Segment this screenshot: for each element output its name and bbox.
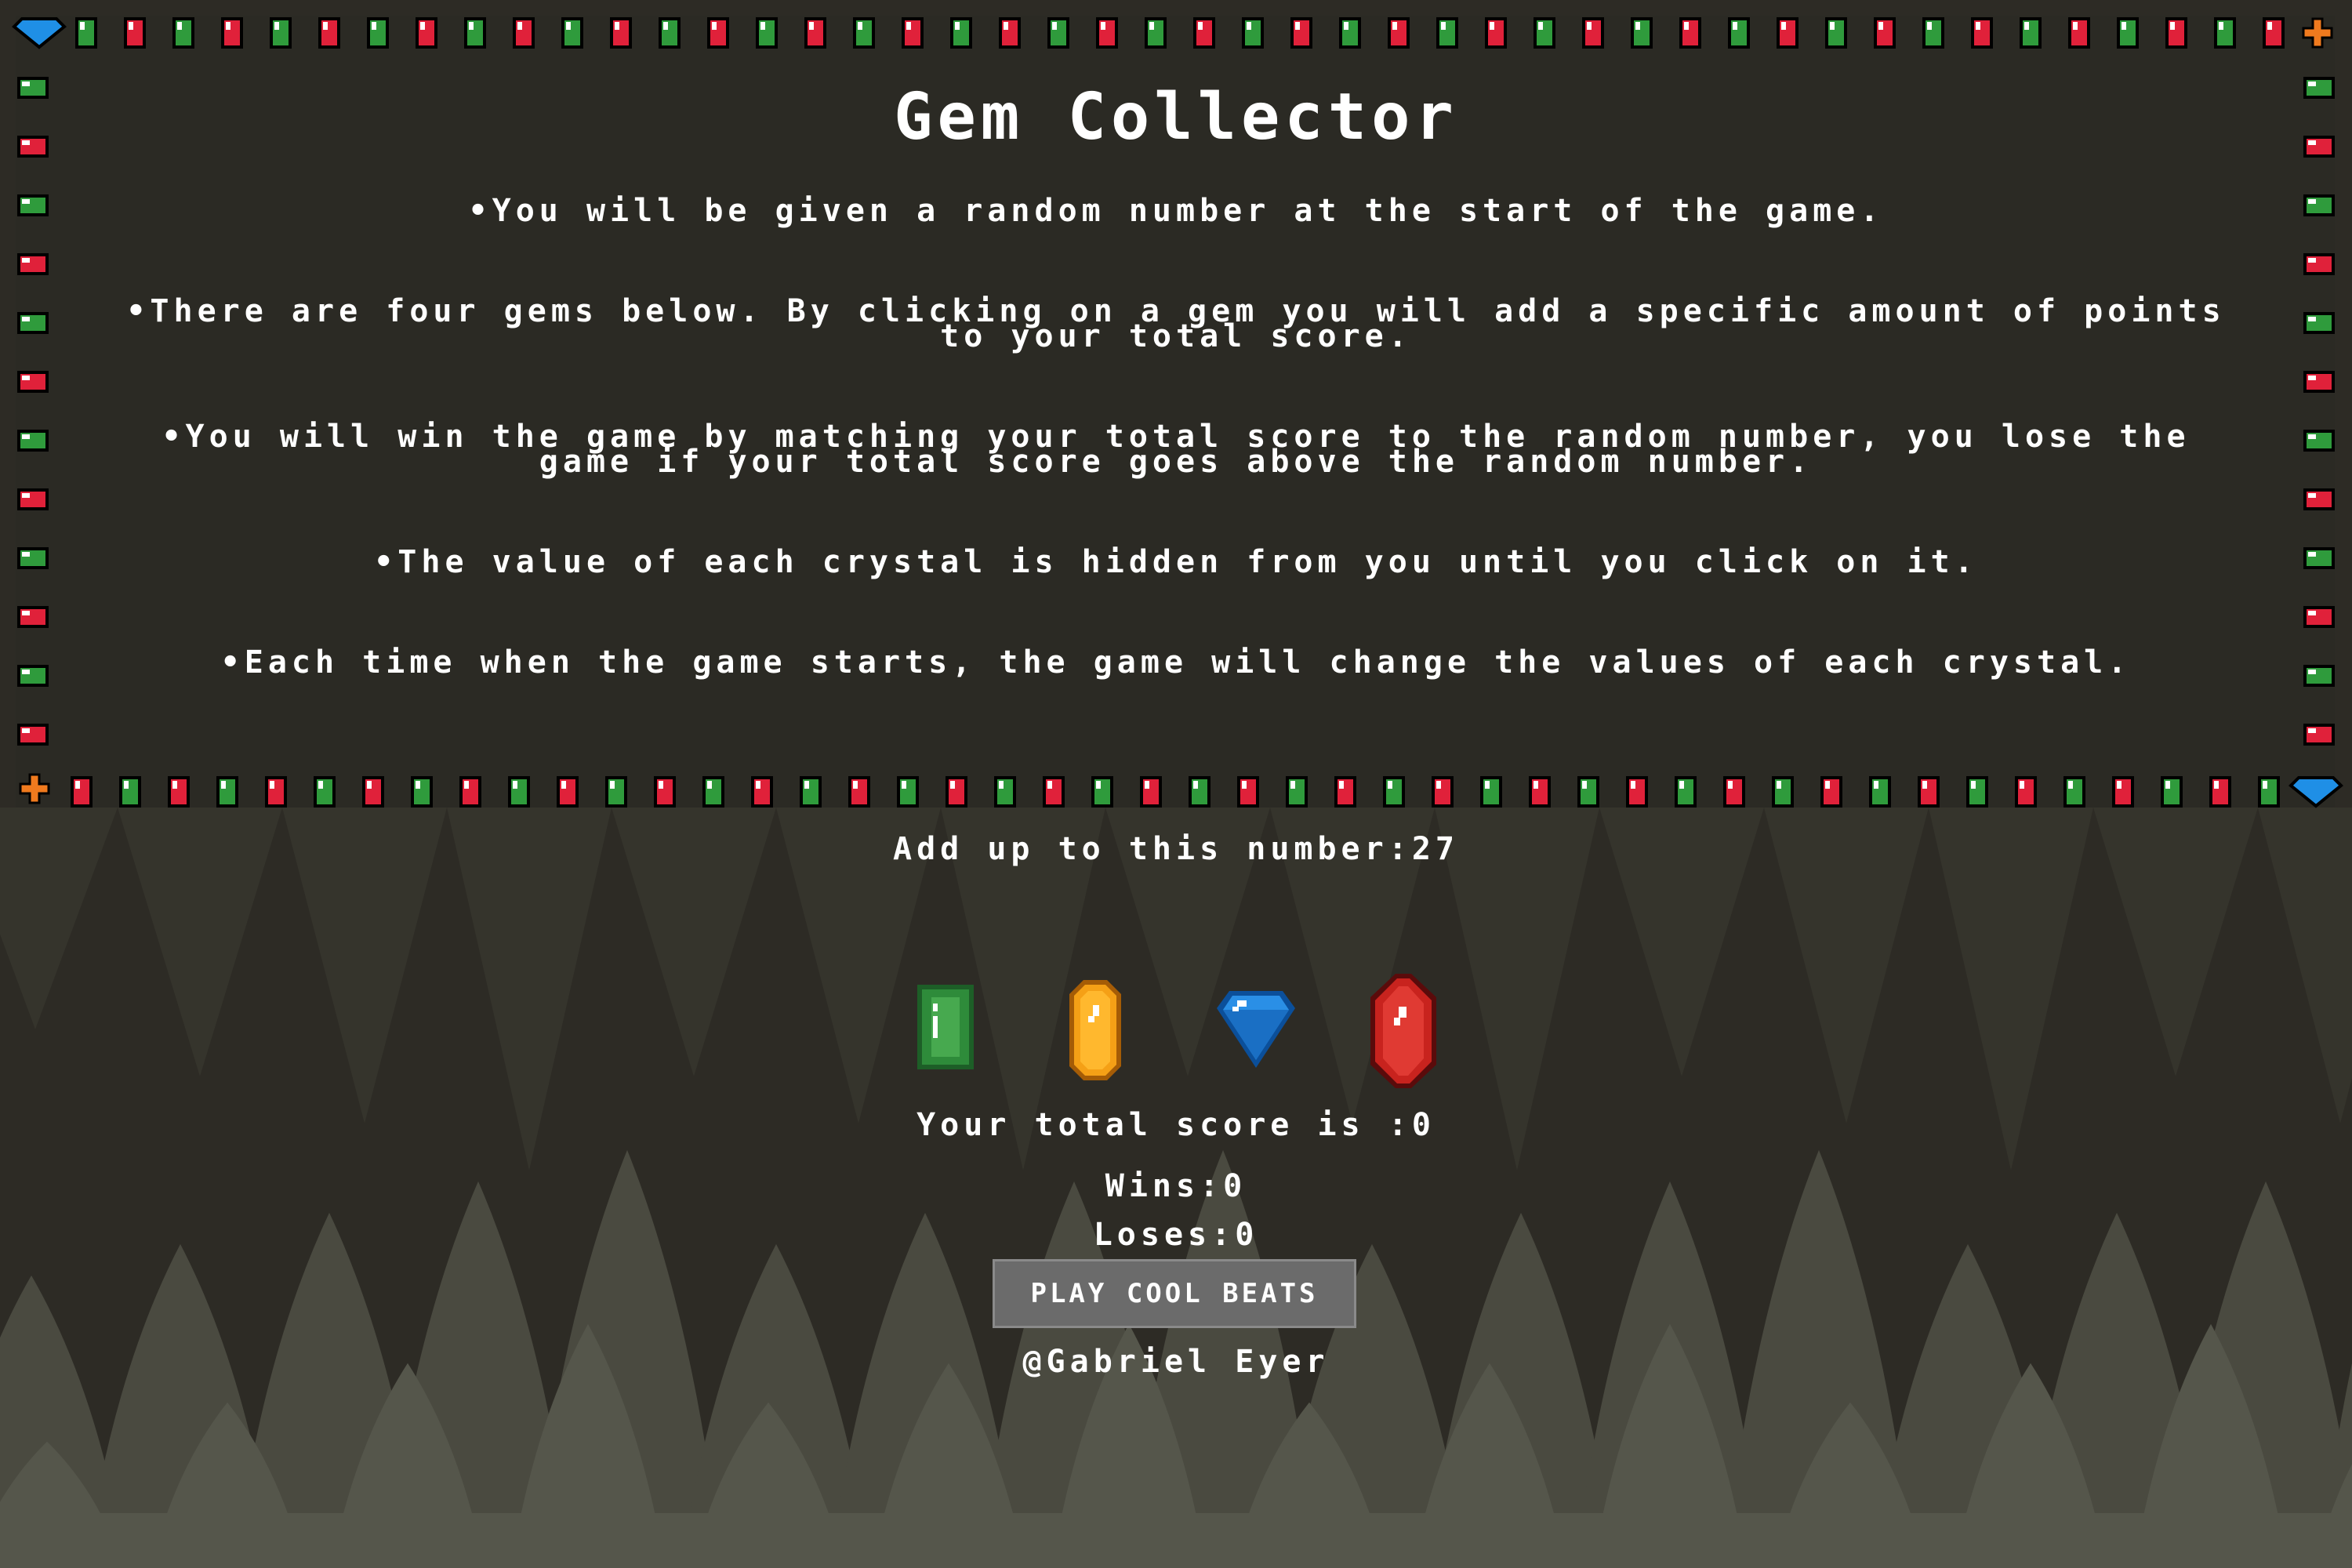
red-ruby-gem-button[interactable] [1367,971,1439,1091]
instructions-content: Gem Collector •You will be given a rando… [47,47,2305,784]
rule-2: •There are four gems below. By clicking … [126,293,2226,354]
target-number: Add up to this number:27 [0,831,2352,867]
rule-3: •You will win the game by matching your … [162,419,2190,480]
gem-row [0,941,2352,1098]
orange-citrine-gem-button[interactable] [1066,977,1124,1083]
wins-label: Wins: [1105,1168,1224,1204]
score-label: Your total score is : [916,1107,1412,1143]
wins-value: 0 [1223,1168,1247,1204]
page-title: Gem Collector [894,80,1458,154]
total-score: Your total score is :0 [0,1107,2352,1143]
blue-diamond-gem-button[interactable] [1214,988,1298,1071]
wins-counter: Wins:0 [0,1168,2352,1204]
loses-counter: Loses:0 [0,1217,2352,1253]
loses-label: Loses: [1093,1217,1236,1253]
corner-star-icon [19,773,50,804]
score-value: 0 [1411,1107,1436,1143]
play-music-button[interactable]: PLAY COOL BEATS [993,1259,1356,1328]
green-emerald-gem-button[interactable] [914,982,977,1073]
loses-value: 0 [1235,1217,1259,1253]
rule-4: •The value of each crystal is hidden fro… [374,544,1978,580]
corner-diamond-icon [12,17,67,49]
target-value: 27 [1411,831,1459,867]
rule-5: •Each time when the game starts, the gam… [220,644,2132,681]
rule-1: •You will be given a random number at th… [468,193,1884,229]
corner-star-icon [2302,17,2333,49]
target-label: Add up to this number: [893,831,1412,867]
author-credit: @Gabriel Eyer [1022,1344,1330,1380]
